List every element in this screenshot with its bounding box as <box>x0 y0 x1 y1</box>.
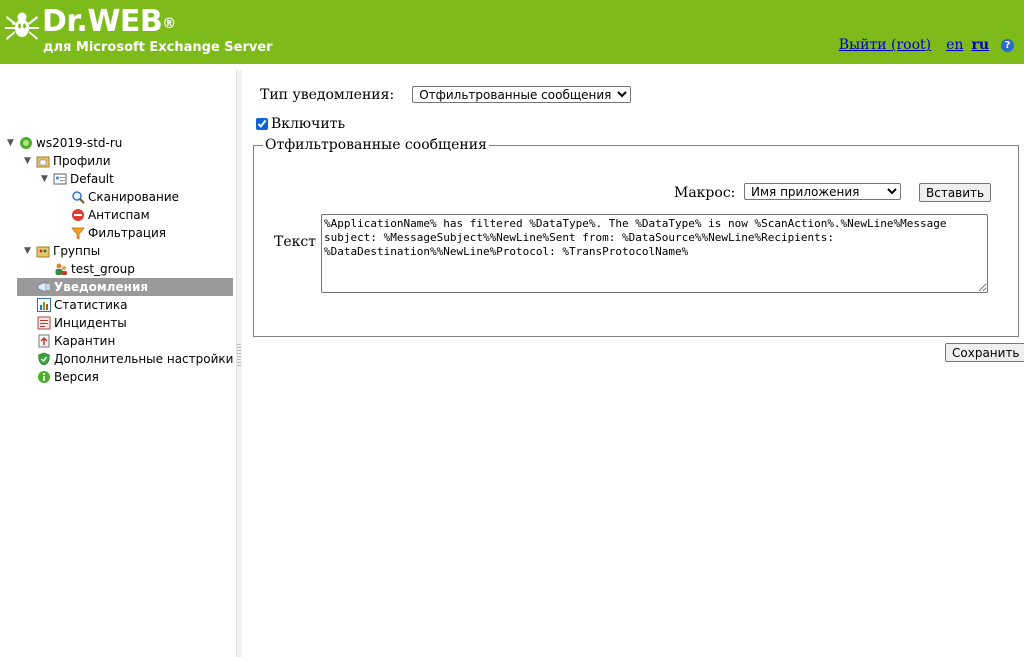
navigation-tree: ▼ ws2019-std-ru ▼ Профили ▼ Default Скан… <box>0 64 236 657</box>
macro-label: Макрос: <box>674 185 736 201</box>
tree-item-label: Профили <box>53 154 111 168</box>
save-button[interactable]: Сохранить <box>945 343 1024 362</box>
group-users-icon <box>55 263 67 275</box>
tree-item-label: Карантин <box>54 334 116 348</box>
collapse-arrow-icon[interactable]: ▼ <box>40 174 49 184</box>
collapse-arrow-icon[interactable]: ▼ <box>6 138 15 148</box>
notification-type-select[interactable]: Отфильтрованные сообщения <box>412 86 632 103</box>
tree-item-profiles[interactable]: ▼ Профили <box>23 152 111 170</box>
shield-settings-icon <box>38 352 50 366</box>
profile-card-icon <box>53 173 67 185</box>
tree-item-default-profile[interactable]: ▼ Default <box>40 170 114 188</box>
tree-item-label: test_group <box>71 262 135 276</box>
antispam-icon <box>72 209 84 221</box>
quarantine-icon <box>38 334 50 348</box>
tree-item-label: Сканирование <box>88 190 180 204</box>
tree-item-label: Версия <box>54 370 99 384</box>
tree-item-label: Default <box>70 172 114 186</box>
app-header: Dr.WEB® для Microsoft Exchange Server Вы… <box>0 0 1024 64</box>
enable-row: Включить <box>254 116 345 132</box>
tree-item-label: Антиспам <box>88 208 150 222</box>
incidents-icon <box>37 316 51 330</box>
notifications-icon <box>37 281 50 293</box>
collapse-arrow-icon[interactable]: ▼ <box>23 156 32 166</box>
lang-en-link[interactable]: en <box>946 37 963 53</box>
profiles-folder-icon <box>36 156 50 168</box>
tree-item-label: Дополнительные настройки <box>54 352 234 366</box>
tree-item-test-group[interactable]: test_group <box>54 260 135 278</box>
info-icon <box>38 371 50 383</box>
tree-item-label: Фильтрация <box>88 226 167 240</box>
fieldset-title: Отфильтрованные сообщения <box>265 137 487 153</box>
groups-folder-icon <box>36 246 50 258</box>
tree-item-statistics[interactable]: Статистика <box>37 296 128 314</box>
enable-label: Включить <box>271 116 346 132</box>
tree-item-server[interactable]: ▼ ws2019-std-ru <box>6 134 122 152</box>
enable-checkbox[interactable] <box>256 118 268 130</box>
drweb-spider-logo-icon <box>5 12 39 40</box>
tree-item-version[interactable]: Версия <box>37 368 99 386</box>
help-icon[interactable]: ? <box>1001 38 1014 52</box>
insert-button[interactable]: Вставить <box>919 183 992 202</box>
server-icon <box>20 137 32 149</box>
tree-item-advanced-settings[interactable]: Дополнительные настройки <box>37 350 233 368</box>
brand-subtitle: для Microsoft Exchange Server <box>43 40 273 55</box>
tree-item-incidents[interactable]: Инциденты <box>37 314 127 332</box>
notification-settings-panel: Тип уведомления: Отфильтрованные сообщен… <box>242 64 1024 657</box>
magnifier-icon <box>72 191 85 204</box>
tree-item-notifications[interactable]: Уведомления <box>17 278 233 296</box>
notification-text-input[interactable]: %ApplicationName% has filtered %DataType… <box>321 214 988 293</box>
text-label: Текст <box>274 234 316 250</box>
notification-type-row: Тип уведомления: Отфильтрованные сообщен… <box>260 86 632 103</box>
tree-item-label: Инциденты <box>54 316 127 330</box>
tree-item-groups[interactable]: ▼ Группы <box>23 242 100 260</box>
header-links: Выйти (root) en ru ? <box>839 37 1014 53</box>
tree-item-scanning[interactable]: Сканирование <box>71 188 179 206</box>
tree-item-label: Группы <box>53 244 101 258</box>
splitter-grip-icon[interactable] <box>237 344 241 366</box>
macro-select[interactable]: Имя приложения <box>744 183 901 200</box>
tree-item-label: Статистика <box>54 298 128 312</box>
brand-logo-text: Dr.WEB® <box>42 4 176 39</box>
filter-funnel-icon <box>71 227 85 240</box>
logout-link[interactable]: Выйти (root) <box>839 37 931 53</box>
tree-item-label: ws2019-std-ru <box>36 136 123 150</box>
notification-type-label: Тип уведомления: <box>260 86 395 103</box>
tree-item-filtering[interactable]: Фильтрация <box>71 224 166 242</box>
collapse-arrow-icon[interactable]: ▼ <box>23 246 32 256</box>
tree-item-label: Уведомления <box>54 280 149 294</box>
lang-ru-link[interactable]: ru <box>971 37 989 53</box>
tree-item-antispam[interactable]: Антиспам <box>71 206 150 224</box>
tree-item-quarantine[interactable]: Карантин <box>37 332 115 350</box>
statistics-icon <box>37 298 51 312</box>
